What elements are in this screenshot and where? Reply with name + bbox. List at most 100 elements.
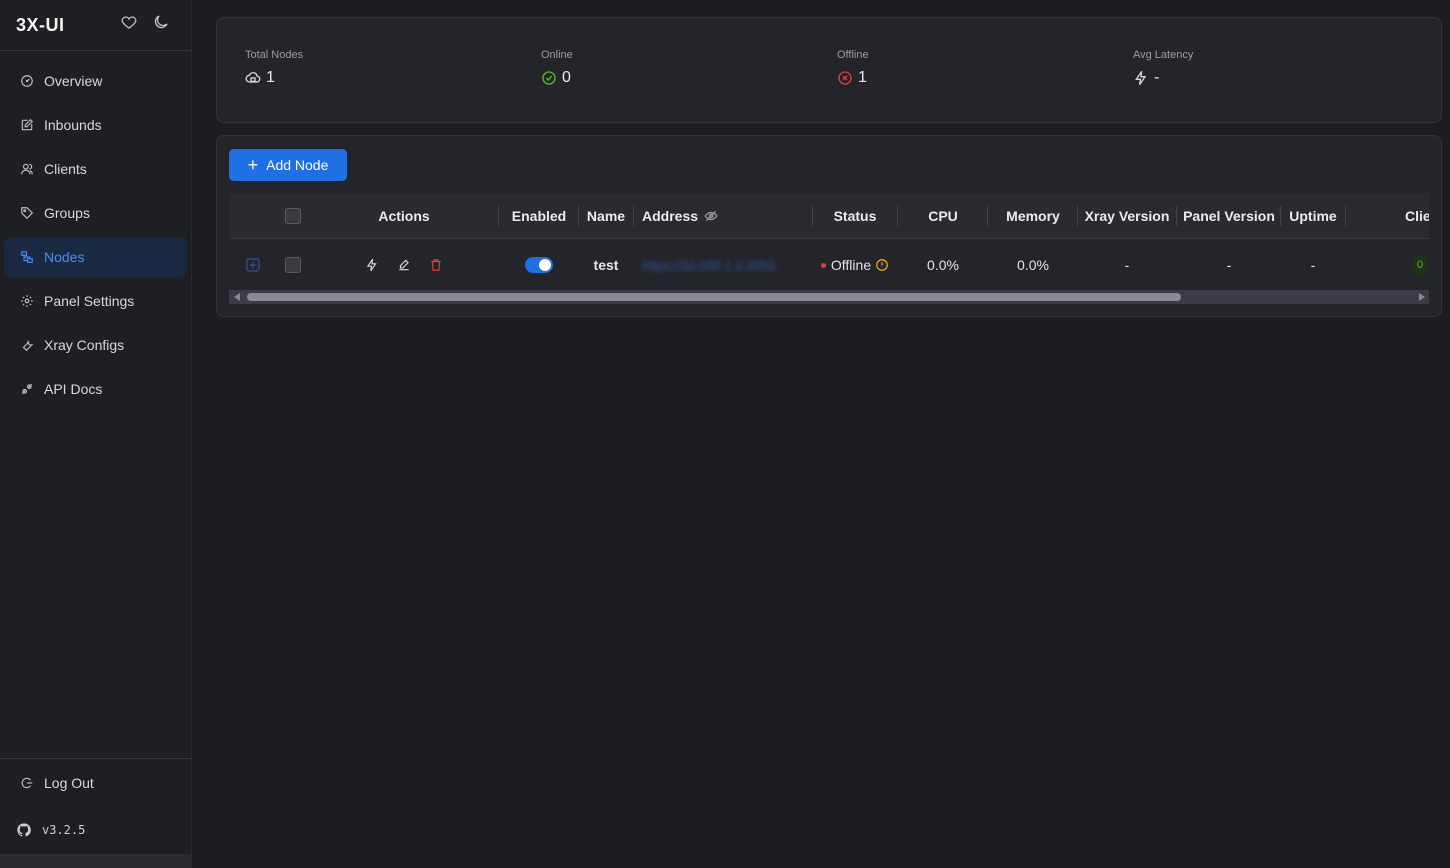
- moon-icon[interactable]: [152, 13, 170, 31]
- stat-label: Offline: [837, 49, 869, 61]
- column-address-label: Address: [642, 208, 699, 224]
- expand-row-cell: [243, 240, 263, 290]
- select-all-checkbox[interactable]: [285, 208, 301, 224]
- sidebar-item-nodes[interactable]: Nodes: [4, 237, 187, 277]
- column-actions: Actions: [378, 208, 430, 224]
- lightning-icon[interactable]: [365, 258, 379, 272]
- sidebar-footer: Log Out v3.2.5: [0, 758, 192, 868]
- edit-square-icon: [20, 118, 34, 132]
- status-dot: [820, 262, 826, 268]
- stat-label: Total Nodes: [245, 49, 304, 61]
- column-xray-version: Xray Version: [1084, 208, 1170, 224]
- nodes-card: + Add Node Actions Enabled Name Address …: [216, 135, 1442, 317]
- memory-value: 0.0%: [1017, 257, 1049, 273]
- column-status: Status: [833, 208, 877, 224]
- uptime-value: -: [1310, 257, 1316, 273]
- xray-version-value: -: [1124, 257, 1130, 273]
- version-info[interactable]: v3.2.5: [0, 806, 192, 854]
- sidebar-item-overview[interactable]: Overview: [4, 61, 187, 101]
- edit-icon[interactable]: [397, 258, 411, 272]
- clients-count-badge[interactable]: 0: [1413, 255, 1427, 275]
- sidebar-item-inbounds[interactable]: Inbounds: [4, 105, 187, 145]
- version-label: v3.2.5: [42, 823, 86, 837]
- warning-icon[interactable]: [875, 258, 889, 272]
- eye-invisible-icon[interactable]: [704, 209, 718, 223]
- select-all-checkbox-cell: [283, 193, 303, 239]
- enabled-cell: [499, 240, 579, 290]
- lightning-icon: [1133, 70, 1149, 86]
- cloud-server-icon: [245, 70, 261, 86]
- sidebar-item-label: Groups: [44, 205, 90, 221]
- horizontal-scrollbar[interactable]: [229, 290, 1429, 304]
- api-icon: [20, 382, 34, 396]
- add-node-label: Add Node: [266, 157, 329, 173]
- stat-avg-latency: Avg Latency -: [1133, 49, 1193, 87]
- column-divider: [1345, 206, 1346, 226]
- stat-value: 1: [858, 69, 867, 86]
- status-cell: Offline: [813, 240, 897, 290]
- heart-icon[interactable]: [120, 13, 138, 31]
- sidebar-item-label: Overview: [44, 73, 103, 89]
- sidebar-nav: Overview Inbounds Clients Groups Nodes P…: [0, 51, 191, 409]
- column-panel-version: Panel Version: [1183, 208, 1275, 224]
- scroll-right-arrow[interactable]: [1419, 293, 1425, 301]
- stat-offline: Offline 1: [837, 49, 869, 87]
- nodes-table: Actions Enabled Name Address Status CPU …: [229, 193, 1429, 305]
- delete-node-cell: [423, 240, 449, 290]
- sidebar-item-groups[interactable]: Groups: [4, 193, 187, 233]
- node-stats-card: Total Nodes 1 Online 0 Offline 1 Avg Lat…: [216, 17, 1442, 123]
- row-checkbox-cell: [283, 240, 303, 290]
- sidebar-item-clients[interactable]: Clients: [4, 149, 187, 189]
- scroll-left-arrow[interactable]: [234, 293, 240, 301]
- logout-label: Log Out: [44, 774, 94, 791]
- column-enabled: Enabled: [511, 208, 567, 224]
- logout-icon: [20, 776, 34, 790]
- panel-version-value: -: [1226, 257, 1232, 273]
- sidebar-item-xray-configs[interactable]: Xray Configs: [4, 325, 187, 365]
- cluster-icon: [20, 250, 34, 264]
- brand-header: 3X-UI: [0, 0, 191, 51]
- gear-icon: [20, 294, 34, 308]
- stat-value: -: [1154, 69, 1160, 86]
- logout-button[interactable]: Log Out: [0, 758, 192, 806]
- column-address: Address: [634, 193, 814, 239]
- wrench-icon: [20, 338, 34, 352]
- column-uptime: Uptime: [1289, 208, 1337, 224]
- test-connection-cell: [359, 240, 385, 290]
- node-name: test: [593, 257, 619, 273]
- table-row: test https://10.100.1.1:2053 Offline 0.0…: [229, 240, 1429, 290]
- sidebar-item-label: Nodes: [44, 249, 85, 265]
- stat-total-nodes: Total Nodes 1: [245, 49, 303, 87]
- enabled-toggle[interactable]: [525, 257, 553, 273]
- github-icon: [16, 822, 32, 838]
- users-icon: [20, 162, 34, 176]
- dashboard-icon: [20, 74, 34, 88]
- sidebar-item-label: Xray Configs: [44, 337, 125, 353]
- column-cpu: CPU: [928, 208, 958, 224]
- sidebar-item-label: Panel Settings: [44, 293, 135, 309]
- column-clients: Clie: [1405, 208, 1429, 224]
- tag-icon: [20, 206, 34, 220]
- sidebar: 3X-UI Overview Inbounds Clients Groups N…: [0, 0, 192, 868]
- stat-label: Avg Latency: [1133, 49, 1194, 61]
- sidebar-item-api-docs[interactable]: API Docs: [4, 369, 187, 409]
- expand-row-icon[interactable]: [245, 257, 261, 273]
- add-node-button[interactable]: + Add Node: [229, 149, 347, 181]
- node-address: https://10.100.1.1:2053: [642, 257, 775, 273]
- sidebar-item-label: Inbounds: [44, 117, 102, 133]
- sidebar-item-panel-settings[interactable]: Panel Settings: [4, 281, 187, 321]
- sidebar-bottom-strip: [0, 854, 192, 868]
- close-circle-icon: [837, 70, 853, 86]
- scroll-thumb[interactable]: [247, 293, 1181, 301]
- stat-value: 0: [562, 69, 571, 86]
- stat-label: Online: [541, 49, 573, 61]
- sidebar-item-label: API Docs: [44, 381, 103, 397]
- row-checkbox[interactable]: [285, 257, 301, 273]
- check-circle-icon: [541, 70, 557, 86]
- plus-icon: +: [247, 155, 259, 175]
- edit-node-cell: [391, 240, 417, 290]
- address-cell: https://10.100.1.1:2053: [634, 240, 814, 290]
- delete-icon[interactable]: [429, 258, 443, 272]
- app-title: 3X-UI: [16, 14, 65, 35]
- status-label: Offline: [830, 257, 872, 273]
